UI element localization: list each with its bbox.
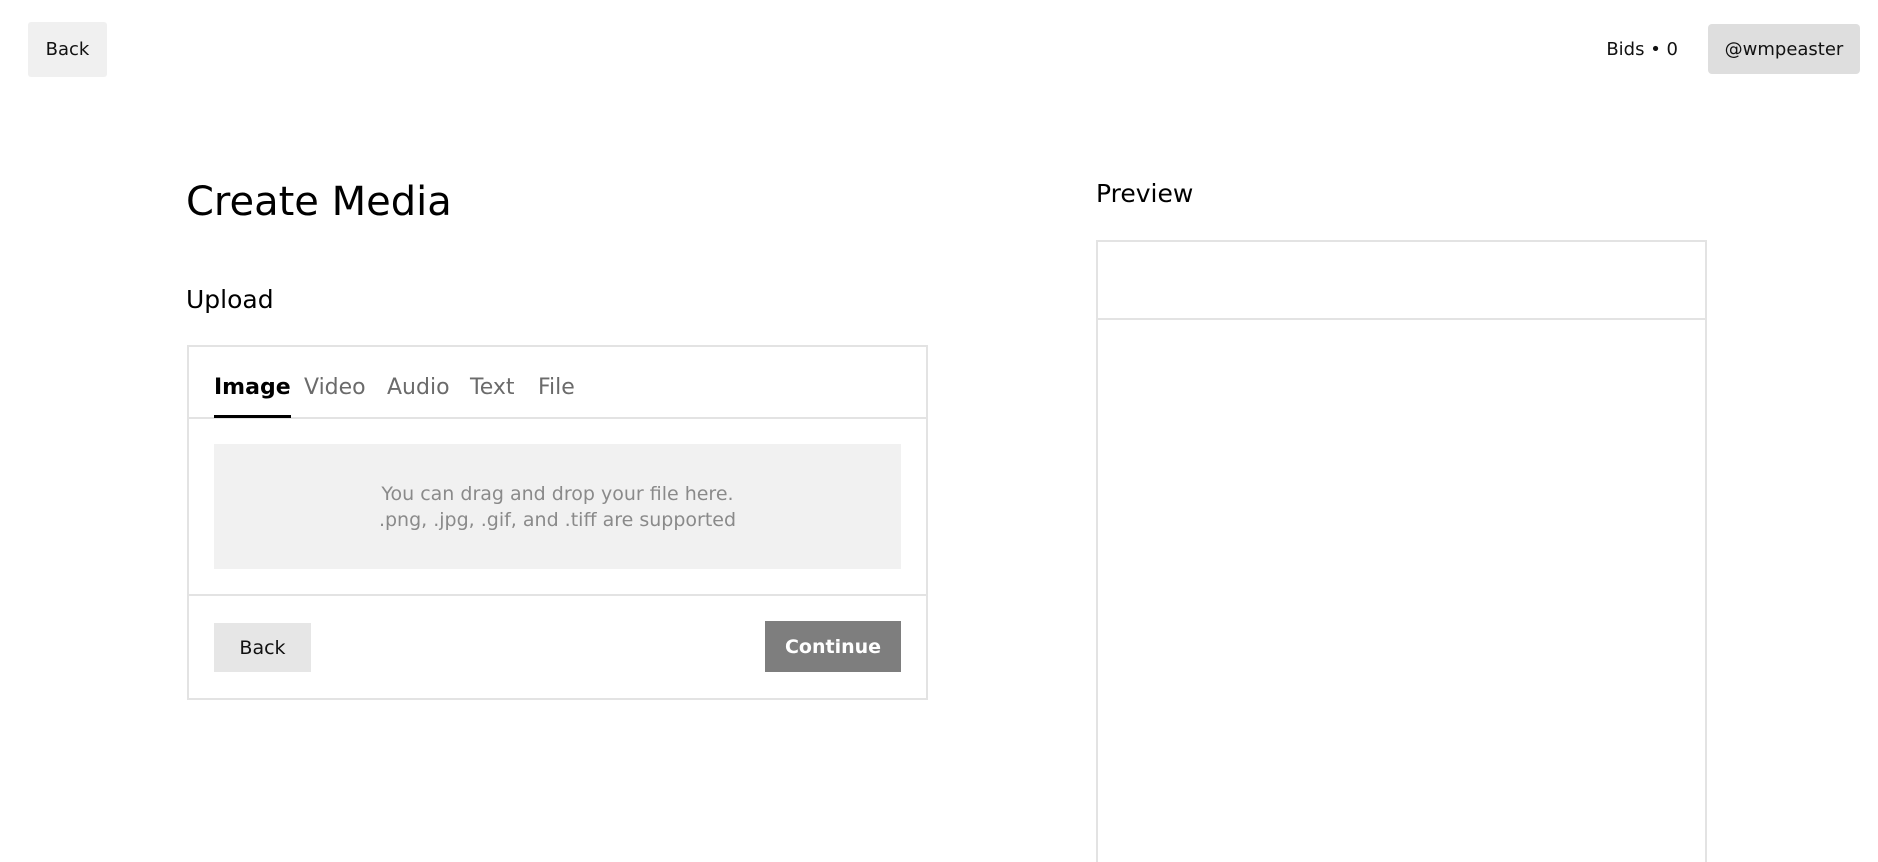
tab-image[interactable]: Image bbox=[214, 373, 291, 418]
tab-video[interactable]: Video bbox=[304, 373, 366, 415]
upload-card-footer: Back Continue bbox=[189, 594, 926, 698]
preview-header bbox=[1098, 242, 1705, 320]
tab-text[interactable]: Text bbox=[470, 373, 515, 415]
upload-card: Image Video Audio Text File You can drag… bbox=[187, 345, 928, 700]
preview-card bbox=[1096, 240, 1707, 862]
file-dropzone[interactable]: You can drag and drop your file here. .p… bbox=[214, 444, 901, 569]
page: Back Bids • 0 @wmpeaster Create Media Up… bbox=[0, 0, 1878, 862]
bids-count: Bids • 0 bbox=[1606, 39, 1678, 60]
continue-button[interactable]: Continue bbox=[765, 621, 901, 672]
upload-section-title: Upload bbox=[186, 285, 274, 314]
dropzone-instruction: You can drag and drop your file here. bbox=[381, 482, 734, 505]
tab-audio[interactable]: Audio bbox=[387, 373, 450, 415]
media-type-tabs: Image Video Audio Text File bbox=[189, 347, 926, 419]
header-back-button[interactable]: Back bbox=[28, 22, 107, 77]
dropzone-supported-formats: .png, .jpg, .gif, and .tiff are supporte… bbox=[378, 508, 737, 531]
preview-title: Preview bbox=[1096, 179, 1194, 208]
page-title: Create Media bbox=[186, 179, 452, 225]
tab-file[interactable]: File bbox=[538, 373, 575, 415]
user-account-button[interactable]: @wmpeaster bbox=[1708, 24, 1860, 74]
back-button[interactable]: Back bbox=[214, 623, 311, 672]
